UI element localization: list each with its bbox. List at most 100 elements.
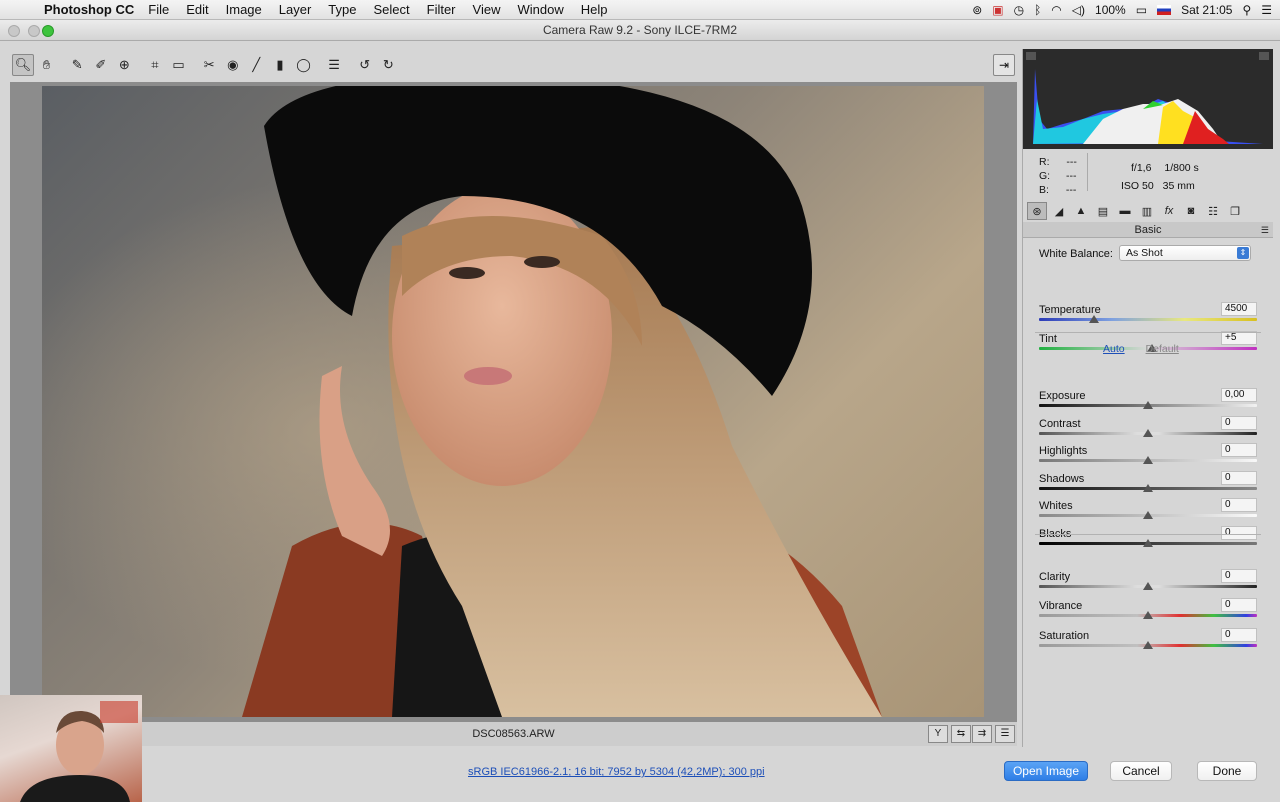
battery-text[interactable]: 100% xyxy=(1095,3,1126,17)
highlights-value-field[interactable]: 0 xyxy=(1221,443,1257,457)
focal-length: 35 mm xyxy=(1162,180,1195,192)
saturation-value-field[interactable]: 0 xyxy=(1221,628,1257,642)
clarity-slider-thumb[interactable] xyxy=(1143,582,1153,590)
adjustment-brush-icon[interactable]: ╱ xyxy=(245,54,267,76)
r-label: R: xyxy=(1039,156,1050,168)
radial-filter-icon[interactable]: ◯ xyxy=(293,54,315,76)
workflow-options-link[interactable]: sRGB IEC61966-2.1; 16 bit; 7952 by 5304 … xyxy=(468,766,765,778)
menu-bar: Photoshop CC File Edit Image Layer Type … xyxy=(0,0,1280,20)
time-machine-icon[interactable]: ◷ xyxy=(1014,3,1024,17)
menu-type[interactable]: Type xyxy=(328,2,356,17)
split-toning-tab-icon[interactable]: ▬ xyxy=(1115,202,1135,220)
red-eye-tool-icon[interactable]: ◉ xyxy=(222,54,244,76)
tone-curve-tab-icon[interactable]: ◢ xyxy=(1049,202,1069,220)
menu-help[interactable]: Help xyxy=(581,2,608,17)
hand-tool-icon[interactable]: ✋︎ xyxy=(36,54,58,76)
preferences-icon[interactable]: ☰ xyxy=(323,54,345,76)
white-balance-label: White Balance: xyxy=(1039,248,1113,260)
contrast-value-field[interactable]: 0 xyxy=(1221,416,1257,430)
image-filename: DSC08563.ARW xyxy=(472,728,555,740)
menu-image[interactable]: Image xyxy=(226,2,262,17)
menu-edit[interactable]: Edit xyxy=(186,2,208,17)
temperature-slider-track[interactable] xyxy=(1039,318,1257,321)
battery-icon[interactable]: ▭ xyxy=(1136,3,1147,17)
white-balance-select[interactable]: As Shot ⇕ xyxy=(1119,245,1251,261)
menu-layer[interactable]: Layer xyxy=(279,2,312,17)
menu-select[interactable]: Select xyxy=(373,2,409,17)
contrast-slider-thumb[interactable] xyxy=(1143,429,1153,437)
lens-corrections-tab-icon[interactable]: ▥ xyxy=(1137,202,1157,220)
blacks-slider-thumb[interactable] xyxy=(1143,539,1153,547)
saturation-slider-thumb[interactable] xyxy=(1143,641,1153,649)
snapshots-tab-icon[interactable]: ❐ xyxy=(1225,202,1245,220)
clarity-value-field[interactable]: 0 xyxy=(1221,569,1257,583)
input-source-flag-icon[interactable] xyxy=(1157,5,1172,15)
shadow-clipping-icon[interactable] xyxy=(1026,52,1036,60)
auto-link[interactable]: Auto xyxy=(1103,343,1125,355)
effects-tab-icon[interactable]: fx xyxy=(1159,202,1179,220)
panel-menu-icon[interactable]: ☰ xyxy=(1261,222,1269,238)
fullscreen-toggle-icon[interactable]: ⇥ xyxy=(993,54,1015,76)
menubar-clock[interactable]: Sat 21:05 xyxy=(1181,3,1232,17)
exposure-slider-thumb[interactable] xyxy=(1143,401,1153,409)
tint-value-field[interactable]: +5 xyxy=(1221,331,1257,345)
image-canvas[interactable]: DSC08563.ARW Y ⇆ ⇉ ☰ xyxy=(10,82,1017,746)
crop-tool-icon[interactable]: ⌗ xyxy=(144,54,166,76)
app-menu[interactable]: Photoshop CC xyxy=(44,2,134,17)
menu-file[interactable]: File xyxy=(148,2,169,17)
rotate-left-icon[interactable]: ↺ xyxy=(354,54,376,76)
swap-before-after-icon[interactable]: ⇆ xyxy=(951,725,971,743)
temperature-slider-thumb[interactable] xyxy=(1088,315,1099,323)
volume-icon[interactable]: ◁) xyxy=(1072,3,1085,17)
done-button[interactable]: Done xyxy=(1197,761,1257,781)
color-sampler-tool-icon[interactable]: ✐ xyxy=(90,54,112,76)
notification-center-icon[interactable]: ☰ xyxy=(1261,3,1272,17)
detail-tab-icon[interactable]: ▲ xyxy=(1071,202,1091,220)
spot-removal-tool-icon[interactable]: ✂ xyxy=(198,54,220,76)
vibrance-slider-thumb[interactable] xyxy=(1143,611,1153,619)
blacks-value-field[interactable]: 0 xyxy=(1221,526,1257,540)
shadows-value-field[interactable]: 0 xyxy=(1221,471,1257,485)
graduated-filter-icon[interactable]: ▮ xyxy=(269,54,291,76)
whites-value-field[interactable]: 0 xyxy=(1221,498,1257,512)
shadows-label: Shadows xyxy=(1039,473,1085,485)
notification-icon[interactable]: ▣ xyxy=(992,3,1003,17)
toggle-settings-icon[interactable]: ☰ xyxy=(995,725,1015,743)
spotlight-icon[interactable]: ⚲ xyxy=(1242,3,1251,17)
presets-tab-icon[interactable]: ☷ xyxy=(1203,202,1223,220)
contrast-label: Contrast xyxy=(1039,418,1081,430)
menu-view[interactable]: View xyxy=(473,2,501,17)
vibrance-value-field[interactable]: 0 xyxy=(1221,598,1257,612)
copy-settings-icon[interactable]: ⇉ xyxy=(972,725,992,743)
basic-tab-icon[interactable]: ⊛ xyxy=(1027,202,1047,220)
before-after-view-icon[interactable]: Y xyxy=(928,725,948,743)
exposure-value-field[interactable]: 0,00 xyxy=(1221,388,1257,402)
creative-cloud-icon[interactable]: ⊚ xyxy=(972,3,982,17)
hsl-tab-icon[interactable]: ▤ xyxy=(1093,202,1113,220)
close-button[interactable] xyxy=(8,25,20,37)
highlight-clipping-icon[interactable] xyxy=(1259,52,1269,60)
camera-calibration-tab-icon[interactable]: ◙ xyxy=(1181,202,1201,220)
minimize-button[interactable] xyxy=(28,25,40,37)
targeted-adjustment-tool-icon[interactable]: ⊕ xyxy=(113,54,135,76)
exposure-label: Exposure xyxy=(1039,390,1086,402)
rotate-right-icon[interactable]: ↻ xyxy=(377,54,399,76)
default-link[interactable]: Default xyxy=(1146,343,1179,355)
shadows-slider-thumb[interactable] xyxy=(1143,484,1153,492)
straighten-tool-icon[interactable]: ▭ xyxy=(168,54,190,76)
menu-window[interactable]: Window xyxy=(517,2,563,17)
menu-filter[interactable]: Filter xyxy=(427,2,456,17)
highlights-slider-thumb[interactable] xyxy=(1143,456,1153,464)
cancel-button[interactable]: Cancel xyxy=(1110,761,1172,781)
zoom-button[interactable] xyxy=(42,25,54,37)
bluetooth-icon[interactable]: ᛒ xyxy=(1034,3,1041,17)
open-image-button[interactable]: Open Image xyxy=(1004,761,1088,781)
whites-label: Whites xyxy=(1039,500,1073,512)
temperature-value-field[interactable]: 4500 xyxy=(1221,302,1257,316)
white-balance-tool-icon[interactable]: ✎ xyxy=(66,54,88,76)
whites-slider-thumb[interactable] xyxy=(1143,511,1153,519)
wifi-icon[interactable]: ◠ xyxy=(1051,3,1061,17)
photo-preview[interactable] xyxy=(42,86,984,717)
zoom-tool-icon[interactable]: 🔍︎ xyxy=(12,54,34,76)
window-title: Camera Raw 9.2 - Sony ILCE-7RM2 xyxy=(542,23,738,37)
